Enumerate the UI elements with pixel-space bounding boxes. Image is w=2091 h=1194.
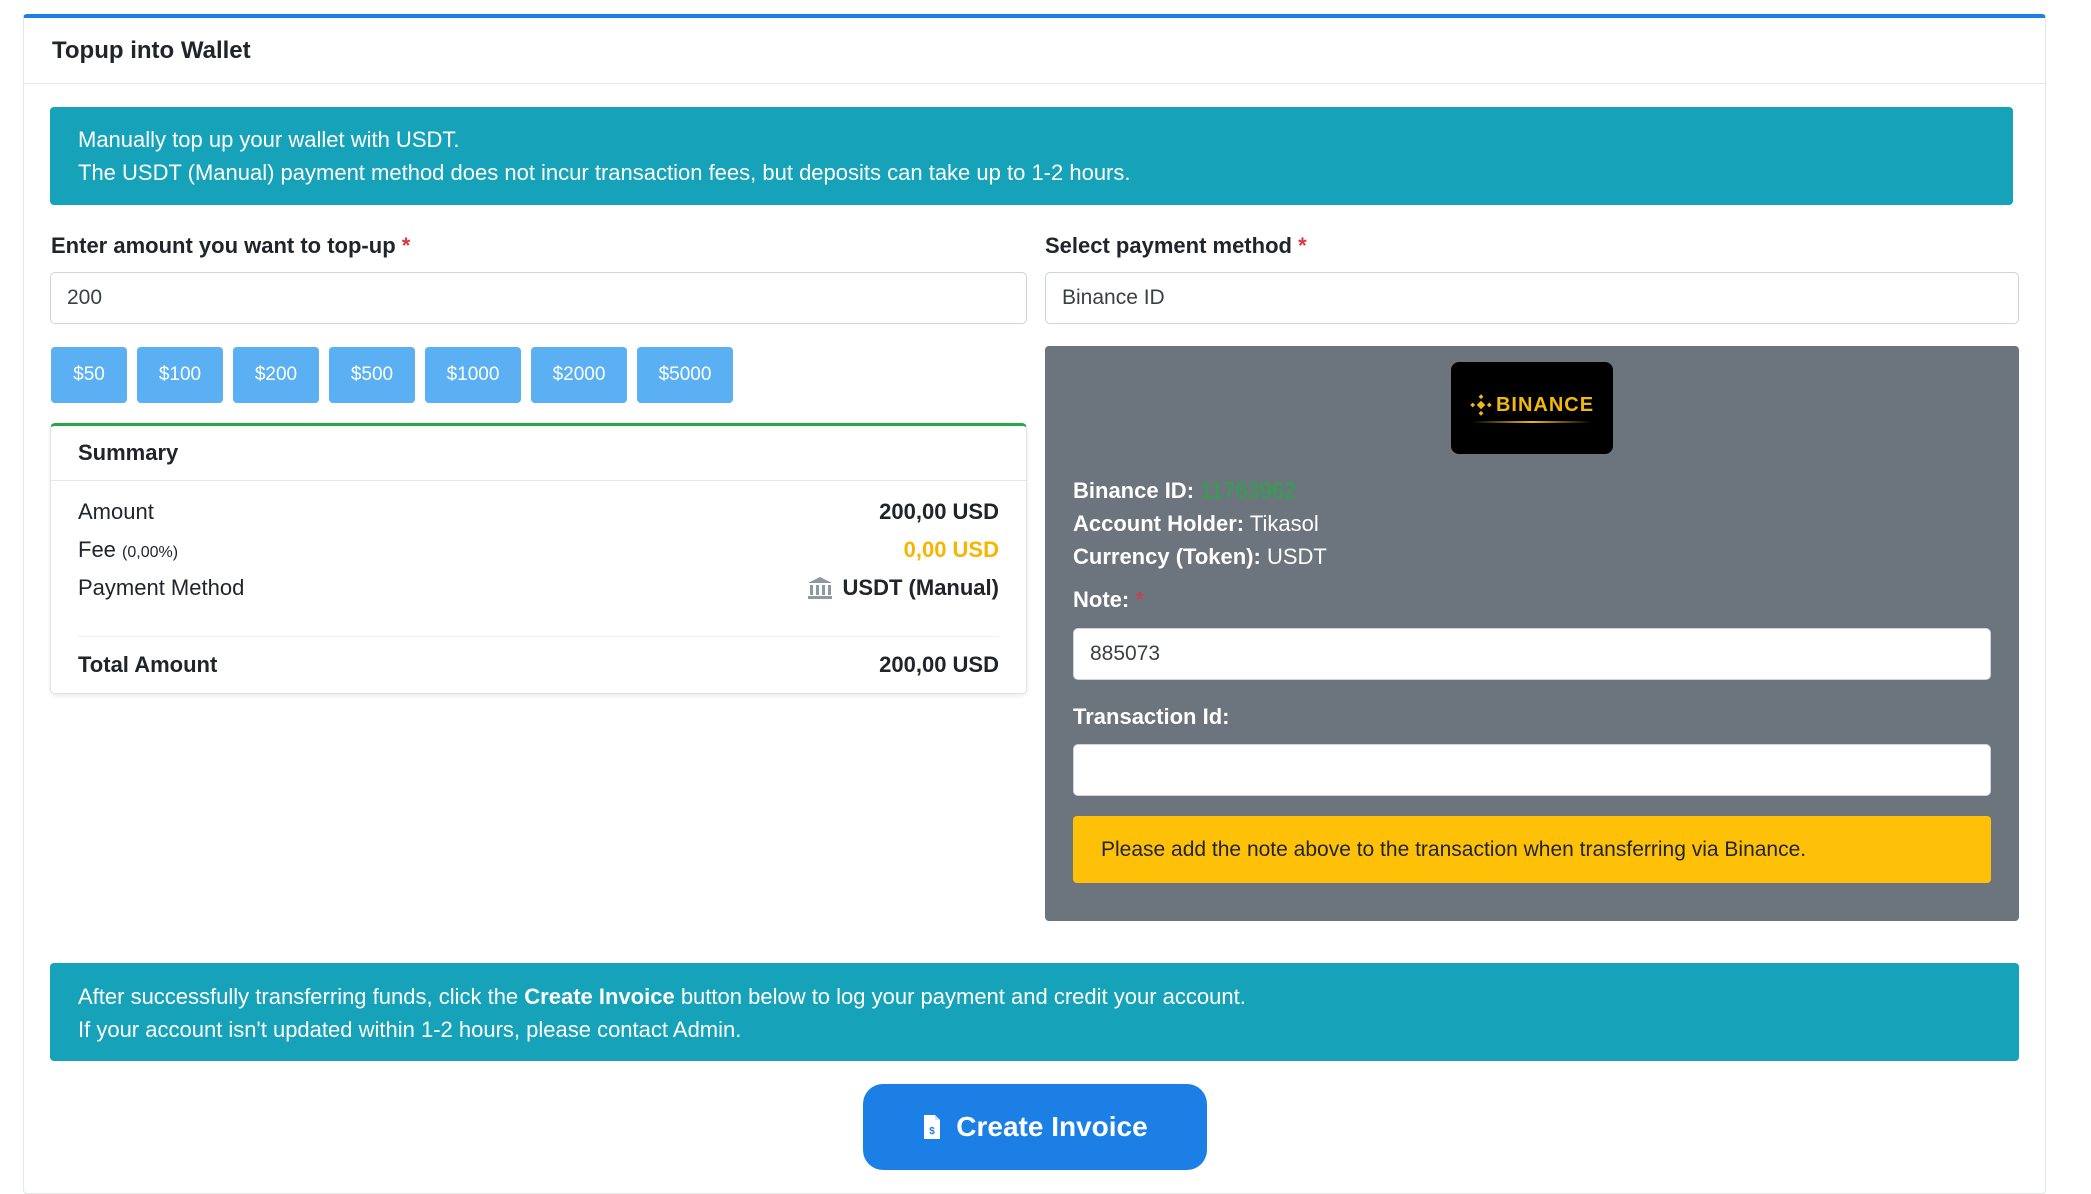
bank-icon [807,577,832,599]
card-title: Topup into Wallet [24,18,2045,84]
note-input-value: 885073 [1090,642,1161,665]
note-input[interactable]: 885073 [1073,628,1991,680]
transaction-id-input[interactable] [1073,744,1991,796]
amount-row-value: 200,00 USD [879,499,999,524]
amount-input-value: 200 [67,286,103,309]
amount-row-label: Amount [78,499,154,524]
invoice-icon: $ [924,1115,941,1139]
account-holder-value: Tikasol [1249,511,1319,536]
summary-title: Summary [51,426,1026,481]
payment-method-select[interactable]: Binance ID [1045,272,2019,324]
summary-fee-row: Fee (0,00%) 0,00 USD [78,532,999,568]
amount-input[interactable]: 200 [50,272,1027,324]
summary-card: Summary Amount 200,00 USD Fee (0,00%) 0,… [50,423,1027,694]
info-alert-bottom: After successfully transferring funds, c… [50,963,2019,1061]
binance-logo: BINANCE [1451,362,1613,454]
note-required-mark: * [1135,587,1144,612]
total-row-value: 200,00 USD [879,652,999,677]
preset-5000-button[interactable]: $5000 [637,347,733,403]
fee-percent: (0,00%) [122,544,179,561]
binance-diamond-icon [1470,394,1492,416]
preset-amounts: $50 $100 $200 $500 $1000 $2000 $5000 [51,347,733,403]
preset-2000-button[interactable]: $2000 [531,347,627,403]
summary-amount-row: Amount 200,00 USD [78,494,999,530]
currency-label: Currency (Token): [1073,544,1261,569]
info-line-2: The USDT (Manual) payment method does no… [78,160,1131,185]
fee-row-value: 0,00 USD [903,537,999,562]
note-label: Note: * [1073,587,1144,613]
info-bottom-bold: Create Invoice [524,984,675,1009]
preset-100-button[interactable]: $100 [137,347,223,403]
payment-method-selected: Binance ID [1062,286,1165,309]
method-row-label: Payment Method [78,575,245,600]
binance-id-label: Binance ID: [1073,478,1195,503]
info-bottom-post: button below to log your payment and cre… [674,984,1246,1009]
info-bottom-line-1: After successfully transferring funds, c… [78,980,1991,1013]
binance-logo-text-wrap: BINANCE [1470,394,1594,417]
binance-logo-underline [1472,420,1592,423]
account-holder-line: Account Holder: Tikasol [1073,511,1319,537]
account-holder-label: Account Holder: [1073,511,1245,536]
summary-total-row: Total Amount 200,00 USD [78,647,999,683]
note-label-text: Note: [1073,587,1130,612]
binance-id-value: 11763962 [1200,478,1297,503]
currency-value: USDT [1266,544,1327,569]
create-invoice-button[interactable]: $ Create Invoice [863,1084,1207,1170]
create-invoice-label: Create Invoice [956,1111,1148,1142]
preset-200-button[interactable]: $200 [233,347,319,403]
binance-note-warning-text: Please add the note above to the transac… [1101,837,1807,861]
summary-method-row: Payment Method USDT (Manual) [78,570,999,606]
info-bottom-pre: After successfully transferring funds, c… [78,984,525,1009]
binance-payment-panel: BINANCE Binance ID: 11763962 Account Hol… [1045,346,2019,921]
amount-label: Enter amount you want to top-up * [51,233,410,259]
payment-method-label-text: Select payment method [1045,233,1292,258]
fee-row-label: Fee [78,537,116,562]
total-row-label: Total Amount [78,652,218,677]
required-mark: * [401,233,411,258]
binance-id-line: Binance ID: 11763962 [1073,478,1296,504]
transaction-id-label: Transaction Id: [1073,704,1229,730]
amount-label-text: Enter amount you want to top-up [51,233,396,258]
method-row-value-wrap: USDT (Manual) [807,575,999,601]
currency-line: Currency (Token): USDT [1073,544,1327,570]
payment-method-label: Select payment method * [1045,233,1307,259]
info-alert-top: Manually top up your wallet with USDT. T… [50,107,2013,205]
transaction-id-label-text: Transaction Id: [1073,704,1230,729]
info-bottom-line-2: If your account isn't updated within 1-2… [78,1017,742,1042]
binance-note-warning: Please add the note above to the transac… [1073,816,1991,883]
preset-50-button[interactable]: $50 [51,347,127,403]
required-mark: * [1298,233,1307,258]
method-row-value: USDT (Manual) [842,575,999,600]
preset-500-button[interactable]: $500 [329,347,415,403]
preset-1000-button[interactable]: $1000 [425,347,521,403]
svg-text:$: $ [930,1126,936,1137]
fee-row-label-wrap: Fee (0,00%) [78,537,178,563]
summary-divider [78,636,999,637]
info-line-1: Manually top up your wallet with USDT. [78,127,460,152]
binance-logo-text: BINANCE [1495,393,1595,416]
